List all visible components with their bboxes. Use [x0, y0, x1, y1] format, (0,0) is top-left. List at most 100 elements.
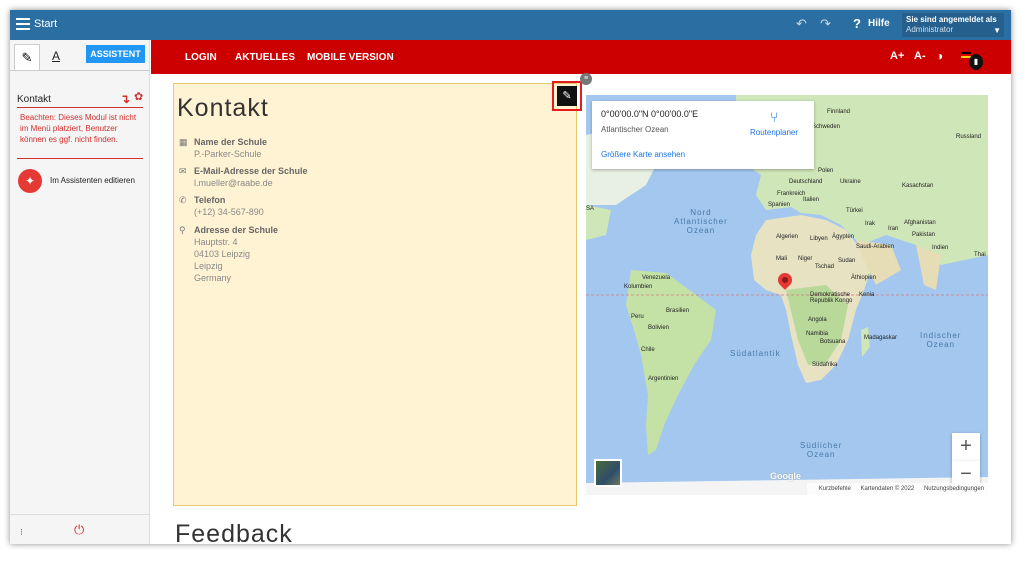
app-title[interactable]: Start: [34, 18, 57, 30]
zoom-in-button[interactable]: +: [952, 433, 980, 461]
hamburger-menu-icon[interactable]: [16, 18, 30, 30]
address-line: Germany: [194, 273, 232, 283]
map-label: Afghanistan: [904, 220, 936, 226]
nav-mobile-version[interactable]: MOBILE VERSION: [307, 52, 394, 63]
info-icon[interactable]: ⁝: [20, 527, 23, 538]
map-label: Saudi-Arabien: [856, 244, 895, 250]
map-label: Demokratische Republik Kongo: [810, 292, 853, 304]
terms-link[interactable]: Nutzungsbedingungen: [924, 486, 984, 492]
map-label: Tschad: [815, 264, 835, 270]
user-name: Administrator: [906, 25, 954, 34]
module-name: Kontakt: [17, 94, 51, 105]
undo-icon[interactable]: ↶: [796, 16, 807, 32]
feedback-title: Feedback: [175, 520, 293, 544]
map-label: Finnland: [827, 109, 851, 115]
map-label: Türkei: [846, 208, 863, 214]
map-label: Südafrika: [812, 362, 838, 368]
map-label: Italien: [803, 197, 820, 203]
edit-module-button[interactable]: ✎: [552, 81, 582, 111]
map-label: Thai: [974, 252, 986, 258]
map-label: Botsuana: [820, 339, 846, 345]
map-label: Sudan: [838, 258, 856, 264]
phone-icon: ✆: [179, 195, 187, 205]
google-logo: Google: [770, 471, 801, 481]
coordinates: 0°00'00.0"N 0°00'00.0"E: [601, 109, 699, 119]
pencil-icon: ✎: [557, 86, 577, 106]
map-label: Peru: [631, 314, 644, 320]
map-label: Schweden: [812, 124, 841, 130]
map-label: Iran: [888, 226, 899, 232]
app-window: Start ↶ ↷ ? Hilfe Sie sind angemeldet al…: [10, 10, 1011, 544]
map-label: Libyen: [810, 236, 828, 242]
page-icon[interactable]: ▮: [969, 54, 983, 70]
nav-aktuelles[interactable]: AKTUELLES: [235, 52, 295, 63]
contrast-icon[interactable]: ◑: [936, 49, 943, 63]
route-planner-link[interactable]: Routenplaner: [750, 128, 798, 137]
tab-text[interactable]: A: [44, 44, 68, 70]
satellite-toggle[interactable]: [594, 459, 622, 487]
assistant-edit-label[interactable]: Im Assistenten editieren: [50, 176, 135, 185]
map-label: Brasilien: [666, 308, 690, 314]
email-value[interactable]: l.mueller@raabe.de: [194, 178, 273, 188]
sea-label: Südatlantik: [730, 349, 781, 358]
map-label: Venezuela: [642, 275, 671, 281]
tab-edit-pencil-icon[interactable]: ✎: [14, 44, 40, 70]
divider: [17, 158, 143, 159]
sea-label: Südlicher Ozean: [800, 441, 843, 459]
map-label: Indien: [932, 245, 949, 251]
sea-label: Nord Atlantischer Ozean: [674, 208, 728, 235]
map-label: Angola: [808, 317, 827, 323]
font-increase-button[interactable]: A+: [890, 50, 904, 62]
move-arrow-icon[interactable]: ↴: [120, 92, 130, 106]
phone-value: (+12) 34-567-890: [194, 207, 264, 217]
map-label: Russland: [956, 134, 982, 140]
address-line: Hauptstr. 4: [194, 237, 238, 247]
divider: [10, 514, 150, 515]
phone-label: Telefon: [194, 195, 226, 205]
map-label: Äthiopien: [851, 275, 877, 281]
map-label: Ukraine: [840, 179, 861, 185]
map-label: SA: [586, 206, 595, 212]
editor-side-panel: ✎ A ASSISTENT Kontakt ↴ ✿ Beachten: Dies…: [10, 40, 150, 544]
help-button[interactable]: Hilfe: [868, 18, 890, 29]
user-menu[interactable]: Sie sind angemeldet als Administrator ▼: [902, 13, 1004, 37]
email-label: E-Mail-Adresse der Schule: [194, 166, 308, 176]
magic-wand-icon[interactable]: ✦: [18, 169, 42, 193]
map-label: Ägypten: [832, 234, 855, 240]
place-name: Atlantischer Ozean: [601, 125, 669, 134]
directions-icon[interactable]: ⑂: [770, 109, 778, 125]
mail-icon: ✉: [179, 166, 187, 176]
map-label: Mali: [776, 256, 788, 262]
building-icon: ▦: [179, 137, 188, 147]
assistant-button[interactable]: ASSISTENT: [86, 45, 145, 63]
map-label: Pakistan: [912, 232, 936, 238]
map-label: Kasachstan: [902, 183, 934, 189]
logged-in-as-label: Sie sind angemeldet als: [906, 15, 997, 24]
location-pin-icon: ⚲: [179, 225, 186, 235]
google-map[interactable]: Finnland Schweden Russland Polen Deutsch…: [586, 95, 988, 495]
redo-icon[interactable]: ↷: [820, 16, 831, 32]
help-icon[interactable]: ?: [853, 16, 861, 31]
shortcuts-link[interactable]: Kurzbefehle: [819, 486, 851, 492]
place-info-card: 0°00'00.0"N 0°00'00.0"E Atlantischer Oze…: [592, 101, 814, 169]
main-navigation: LOGIN AKTUELLES MOBILE VERSION A+ A- ◑ ▮: [151, 40, 1011, 74]
gear-icon[interactable]: ✿: [134, 90, 143, 103]
map-label: Chile: [641, 347, 655, 353]
address-label: Adresse der Schule: [194, 225, 279, 235]
map-data-credit: Kartendaten © 2022: [860, 486, 915, 492]
map-label: Kenia: [859, 292, 875, 298]
map-label: Namibia: [806, 331, 829, 337]
larger-map-link[interactable]: Größere Karte ansehen: [601, 150, 685, 159]
top-bar: Start ↶ ↷ ? Hilfe Sie sind angemeldet al…: [10, 10, 1011, 40]
module-menu-icon[interactable]: ≡: [580, 73, 592, 85]
nav-login[interactable]: LOGIN: [185, 52, 217, 63]
contact-title: Kontakt: [177, 94, 269, 122]
map-label: Irak: [865, 221, 876, 227]
font-decrease-button[interactable]: A-: [914, 50, 926, 62]
sea-label: Indischer Ozean: [920, 331, 962, 349]
power-icon[interactable]: ⏻: [74, 522, 84, 538]
address-line: 04103 Leipzig: [194, 249, 251, 259]
map-label: Deutschland: [789, 179, 823, 185]
map-label: Argentinien: [648, 376, 679, 382]
map-label: Niger: [798, 256, 813, 262]
